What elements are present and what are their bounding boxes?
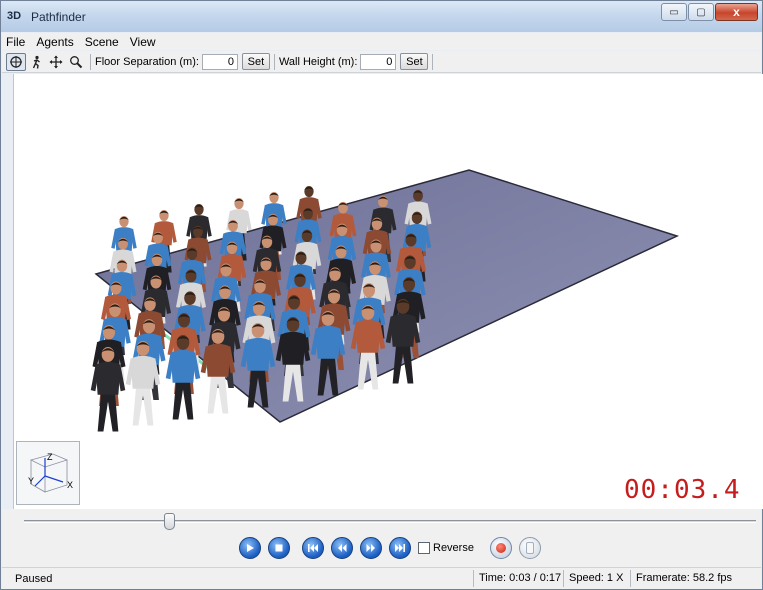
rewind-icon [338,544,347,552]
sim-timer: 00:03.4 [624,475,741,505]
status-state: Paused [15,573,53,585]
title-bar[interactable]: 3D Pathfinder ▭ ▢ x [1,1,762,32]
axis-z-label: Z [47,452,53,462]
fast-forward-icon [366,544,375,552]
skip-start-button[interactable] [302,537,324,559]
reverse-label: Reverse [433,542,474,554]
toolbar-separator [432,53,434,70]
walk-icon [32,55,40,69]
reverse-checkbox[interactable] [418,542,430,554]
orbit-tool-button[interactable] [6,52,26,71]
agent-crowd [90,186,432,432]
close-button[interactable]: x [715,3,758,21]
step-back-button[interactable] [331,537,353,559]
timeline-slider-thumb[interactable] [164,513,176,530]
wall-height-set-button[interactable]: Set [400,53,429,70]
stop-record-button[interactable] [519,537,541,559]
status-time: Time: 0:03 / 0:17 [473,570,561,587]
status-bar: Paused Time: 0:03 / 0:17 Speed: 1 X Fram… [2,567,761,589]
toolbar-separator [273,53,275,70]
menu-bar: File Agents Scene View [2,33,761,50]
record-icon [496,543,506,553]
viewport-edge [2,74,14,509]
3d-viewport[interactable]: Z Y X 00:03.4 [14,74,763,509]
wall-height-input[interactable] [360,53,397,70]
walk-tool-button[interactable] [26,53,46,71]
skip-end-button[interactable] [389,537,411,559]
wall-height-label: Wall Height (m): [278,55,358,68]
orbit-icon [10,55,22,68]
menu-file[interactable]: File [6,35,25,49]
record-button[interactable] [490,537,512,559]
axis-widget[interactable]: Z Y X [16,441,80,505]
axis-x-label: X [67,480,73,490]
stop-icon [275,544,283,552]
menu-scene[interactable]: Scene [85,35,119,49]
zoom-tool-button[interactable] [66,53,86,71]
stop-record-icon [526,542,534,554]
app-icon: 3D [7,10,22,22]
status-framerate: Framerate: 58.2 fps [630,570,732,587]
menu-view[interactable]: View [130,35,156,49]
playback-controls: Reverse [2,509,761,567]
pan-icon [49,55,63,68]
status-speed: Speed: 1 X [563,570,623,587]
play-icon [247,544,254,552]
scene-render [90,169,680,432]
step-forward-button[interactable] [360,537,382,559]
window-title: Pathfinder [31,10,86,24]
floor-separation-label: Floor Separation (m): [95,55,199,68]
skip-back-icon [308,544,318,552]
floor-separation-input[interactable] [201,53,238,70]
floor-separation-set-button[interactable]: Set [241,53,270,70]
window-controls: ▭ ▢ x [660,3,758,21]
axis-y-label: Y [28,476,34,486]
minimize-button[interactable]: ▭ [661,3,687,21]
menu-agents[interactable]: Agents [36,35,73,49]
stop-button[interactable] [268,537,290,559]
pan-tool-button[interactable] [46,53,66,71]
axis-cube-icon: Z Y X [28,452,73,493]
maximize-button[interactable]: ▢ [688,3,714,21]
play-button[interactable] [239,537,261,559]
zoom-icon [70,55,83,68]
skip-forward-icon [395,544,405,552]
timeline-slider[interactable] [24,520,756,523]
toolbar-separator [90,53,91,70]
toolbar: Floor Separation (m): Set Wall Height (m… [2,51,761,73]
reverse-option[interactable]: Reverse [418,542,474,554]
app-window: 3D Pathfinder ▭ ▢ x File Agents Scene Vi… [0,0,763,590]
